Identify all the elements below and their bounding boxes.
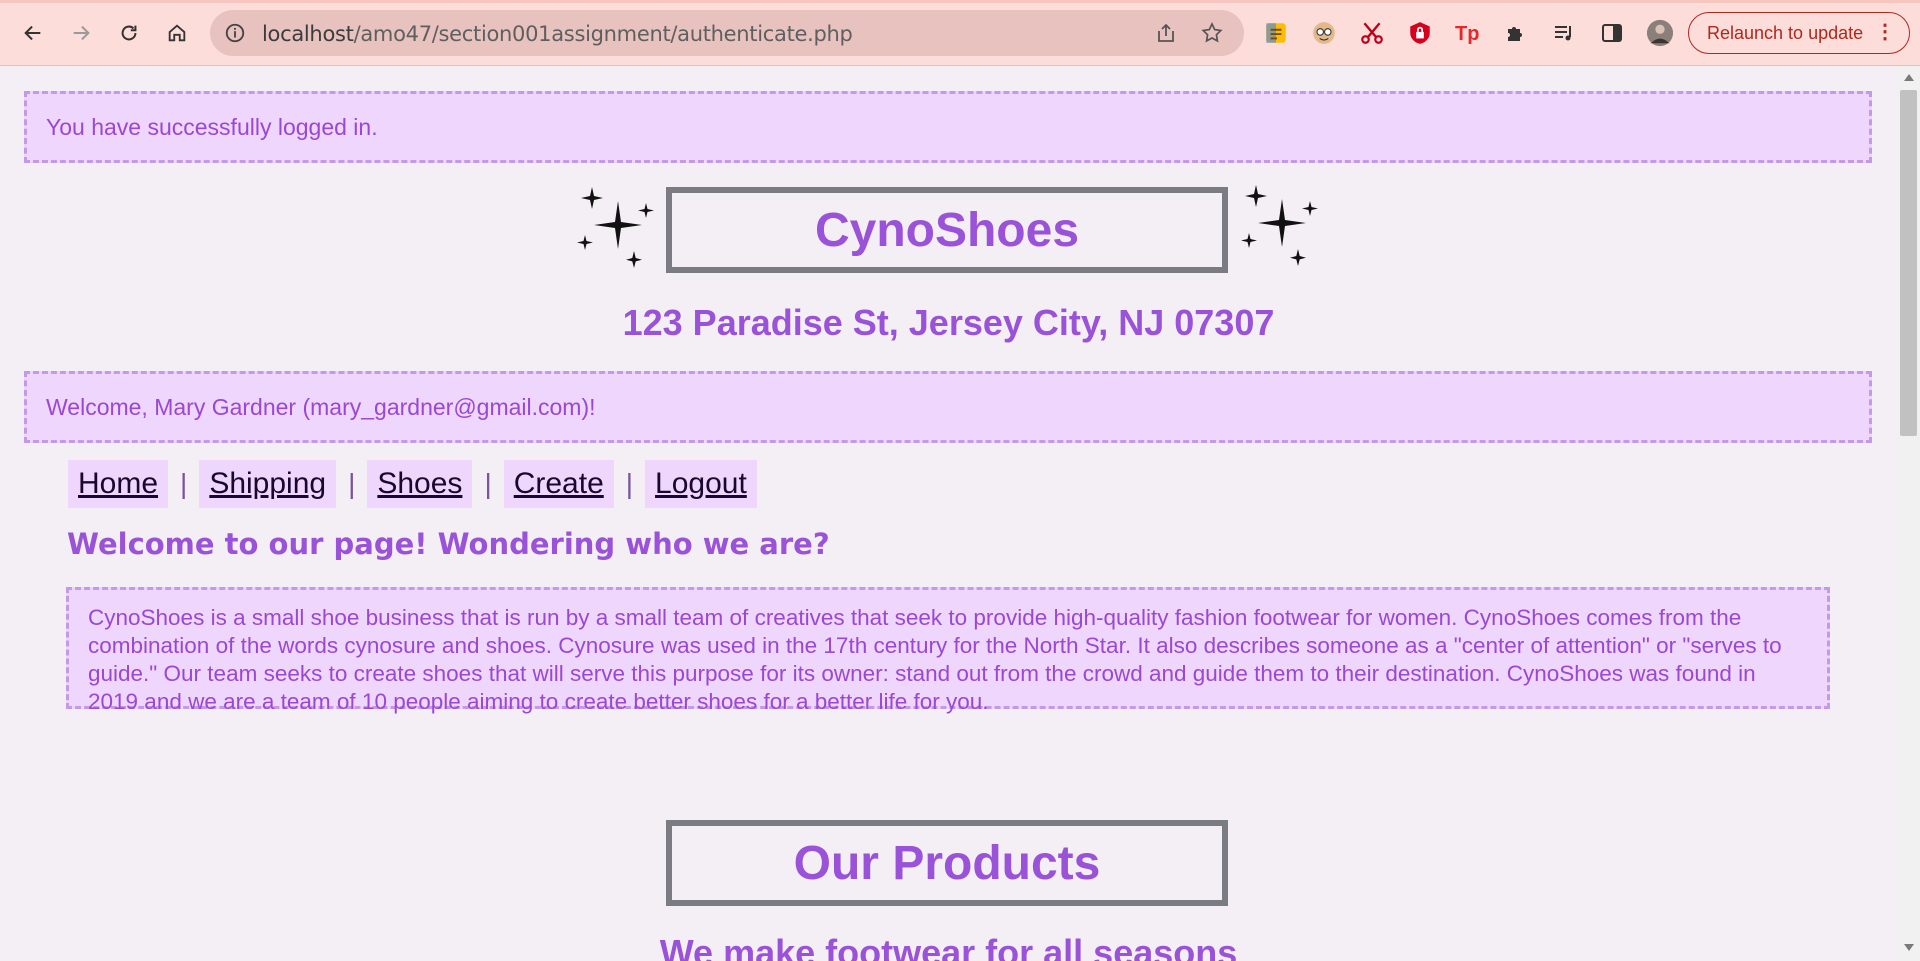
nav-link-logout[interactable]: Logout (645, 460, 757, 508)
nav-separator: | (180, 468, 188, 499)
bookmark-star-icon[interactable] (1200, 21, 1224, 45)
products-subtitle: We make footwear for all seasons (659, 932, 1238, 961)
arrow-left-icon (24, 25, 41, 41)
scrollbar-thumb[interactable] (1900, 90, 1917, 436)
url-text[interactable]: localhost/amo47/section001assignment/aut… (262, 22, 853, 46)
relaunch-label: Relaunch to update (1707, 22, 1864, 43)
home-button[interactable] (158, 14, 196, 52)
about-box: CynoShoes is a small shoe business that … (66, 587, 1830, 714)
nav-separator: | (625, 468, 634, 499)
more-menu-icon[interactable]: ⋮ (1875, 22, 1895, 42)
brand-title-box: CynoShoes (666, 187, 1228, 273)
nav-link-shoes[interactable]: Shoes (367, 460, 473, 508)
address-bar[interactable]: localhost/amo47/section001assignment/aut… (210, 10, 1244, 56)
share-icon[interactable] (1154, 21, 1178, 45)
main-nav: Home | Shipping | Shoes | Create | Logou… (68, 457, 757, 511)
nav-separator: | (484, 468, 492, 499)
tab-strip-edge (0, 0, 1920, 3)
browser-toolbar: localhost/amo47/section001assignment/aut… (0, 0, 1920, 66)
reload-button[interactable] (110, 14, 148, 52)
welcome-user-message: Welcome, Mary Gardner (mary_gardner@gmai… (24, 371, 1872, 443)
nav-link-shipping[interactable]: Shipping (199, 460, 337, 508)
side-panel-icon[interactable] (1598, 19, 1626, 47)
scroll-down-arrow-icon[interactable] (1904, 944, 1914, 951)
products-title: Our Products (793, 836, 1101, 890)
home-icon (168, 24, 186, 42)
arrow-right-icon (73, 25, 90, 41)
reload-icon (121, 25, 137, 41)
notes-extension-icon[interactable] (1262, 19, 1290, 47)
scissors-extension-icon[interactable] (1358, 19, 1386, 47)
forward-button[interactable] (62, 14, 100, 52)
url-host: localhost (262, 22, 354, 46)
info-icon[interactable] (224, 22, 246, 44)
page-viewport: You have successfully logged in. CynoSho… (0, 66, 1897, 961)
welcome-user-text: Welcome, Mary Gardner (mary_gardner@gmai… (46, 393, 596, 420)
back-button[interactable] (14, 14, 52, 52)
login-success-text: You have successfully logged in. (46, 113, 378, 140)
products-title-box: Our Products (666, 820, 1228, 906)
nav-link-home[interactable]: Home (68, 460, 169, 508)
tp-extension-icon[interactable]: Tp (1454, 19, 1482, 47)
page-scrollbar[interactable] (1897, 66, 1920, 961)
sparkle-right-icon (1241, 185, 1318, 266)
puzzle-extensions-icon[interactable] (1502, 19, 1530, 47)
relaunch-to-update-button[interactable]: Relaunch to update ⋮ (1688, 12, 1910, 54)
scroll-up-arrow-icon[interactable] (1904, 74, 1914, 81)
profile-avatar[interactable] (1646, 19, 1674, 47)
avatar-extension-icon[interactable] (1310, 19, 1338, 47)
media-queue-icon[interactable] (1550, 19, 1578, 47)
url-path: /amo47/section001assignment/authenticate… (353, 22, 853, 46)
nav-link-create[interactable]: Create (503, 460, 614, 508)
svg-text:Tp: Tp (1455, 23, 1479, 45)
shield-lock-extension-icon[interactable] (1406, 19, 1434, 47)
about-heading: Welcome to our page! Wondering who we ar… (67, 527, 830, 561)
login-success-message: You have successfully logged in. (24, 91, 1872, 163)
brand-title: CynoShoes (814, 203, 1080, 257)
nav-separator: | (348, 468, 356, 499)
about-text: CynoShoes is a small shoe business that … (88, 605, 1782, 714)
store-address: 123 Paradise St, Jersey City, NJ 07307 (622, 302, 1275, 343)
sparkle-left-icon (577, 187, 654, 268)
